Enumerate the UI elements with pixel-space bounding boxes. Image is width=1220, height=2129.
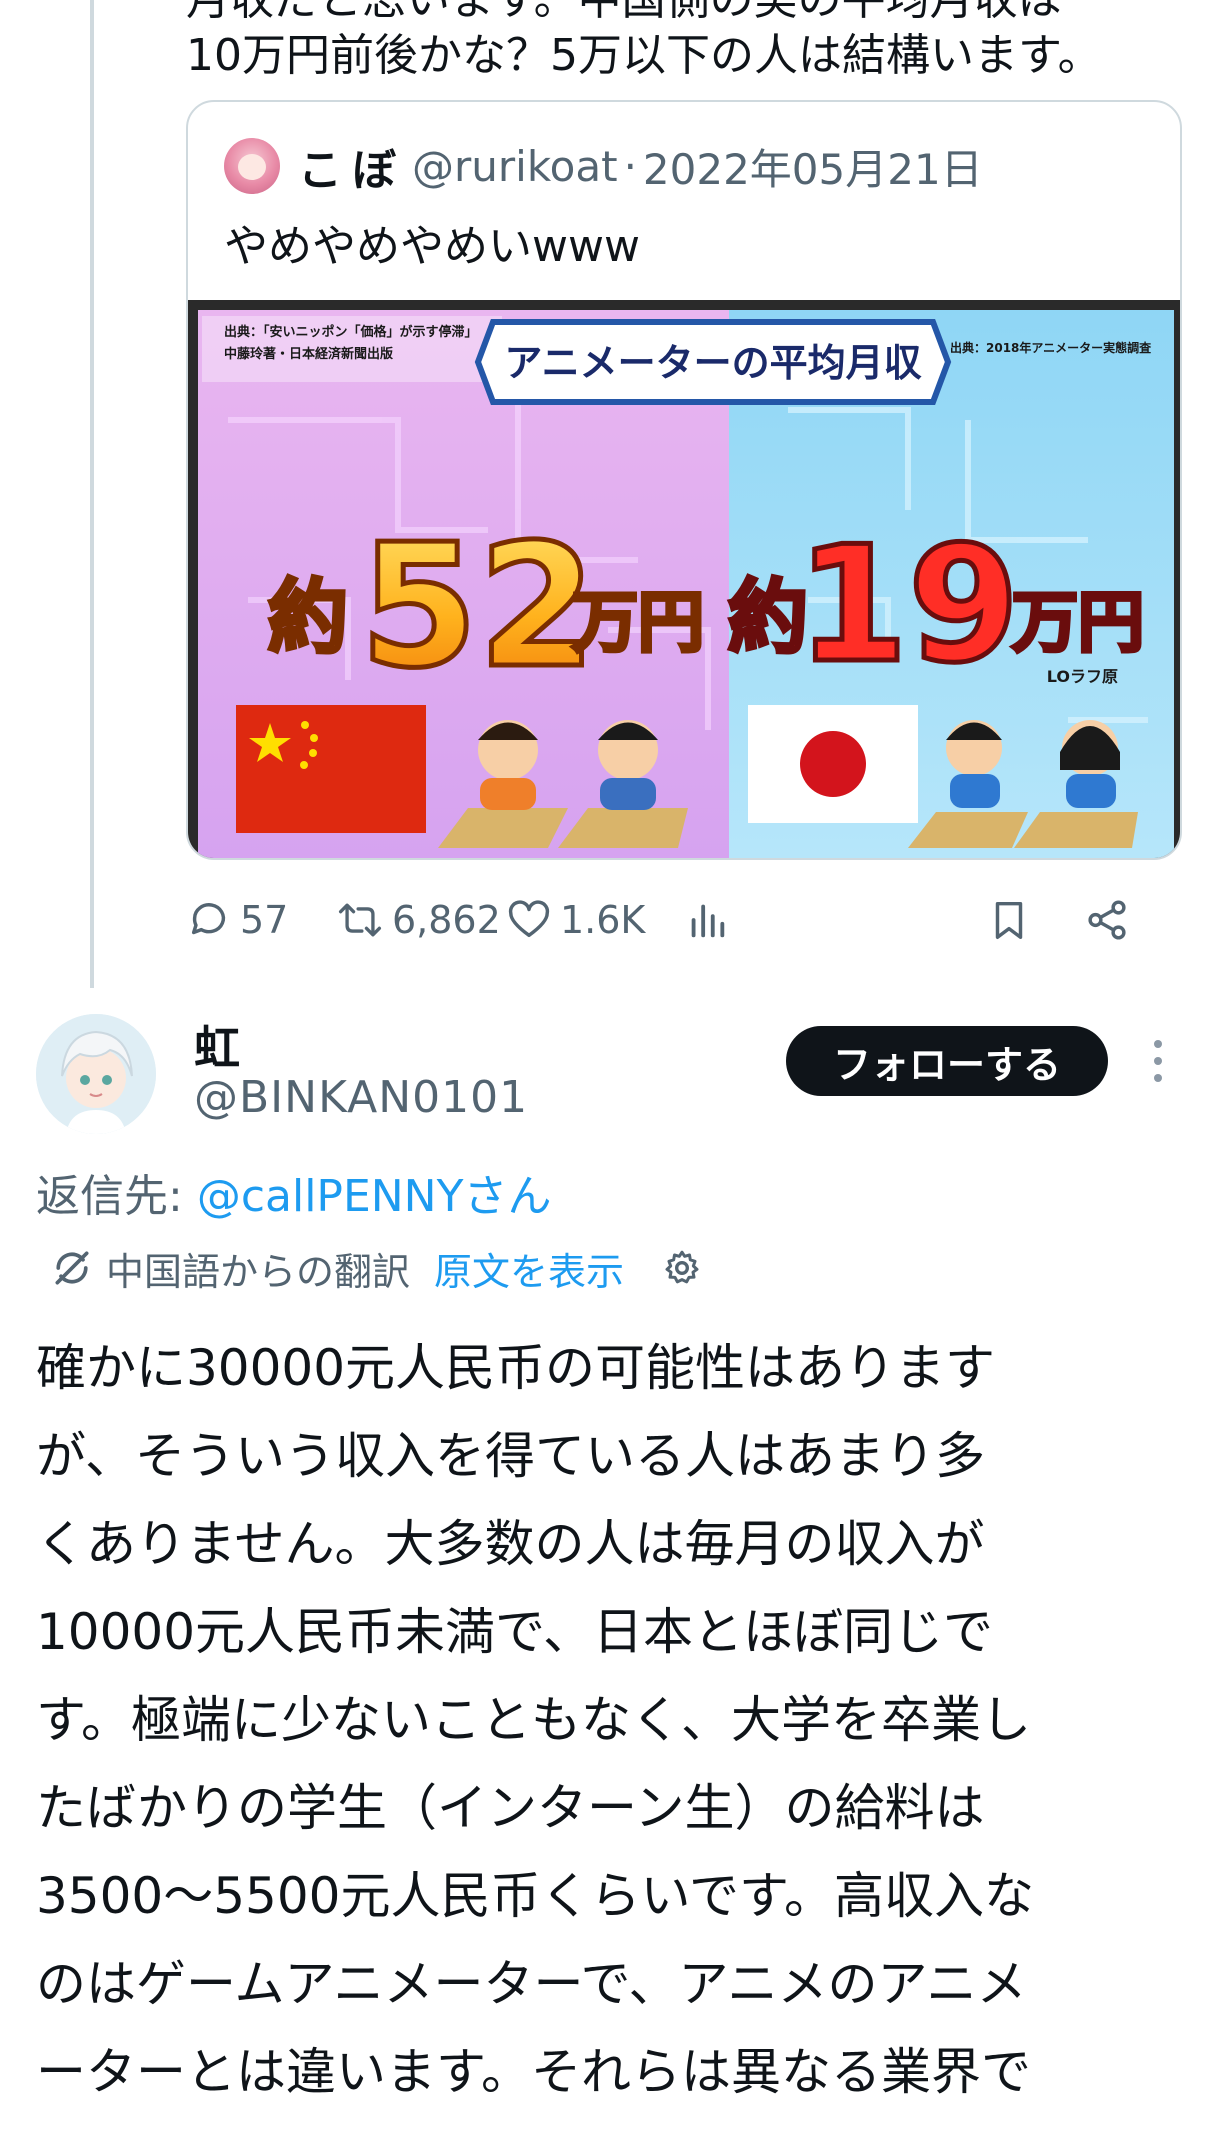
translation-note: 中国語からの翻訳 <box>106 1249 411 1294</box>
japan-unit: 万円 <box>1012 584 1144 661</box>
reply-count: 57 <box>240 898 289 942</box>
reply-user-handle[interactable]: @BINKAN0101 <box>194 1072 528 1123</box>
previous-post-line: 月収だと思います。中国側の美の平均月収は <box>186 0 1186 28</box>
translate-icon <box>55 1251 89 1285</box>
image-title: アニメーターの平均月収 <box>504 341 921 385</box>
quoted-post-card[interactable]: こぼ @rurikoat · 2022年05月21日 やめやめやめいwww 出典… <box>186 100 1182 860</box>
translation-settings-button[interactable] <box>662 1248 702 1288</box>
user-avatar-illustration <box>36 1014 156 1134</box>
post-action-bar: 57 6,862 1.6K <box>186 880 1166 960</box>
quoted-user-name[interactable]: こぼ <box>298 134 406 198</box>
bookmark-button[interactable] <box>986 880 1032 960</box>
repost-icon <box>338 903 382 937</box>
reply-body-line: 3500〜5500元人民币くらいです。高収入な <box>36 1867 1034 1925</box>
reply-body: 確かに30000元人民币の可能性はあります が、そういう収入を得ている人はあまり… <box>36 1324 1196 2116</box>
quoted-user-handle[interactable]: @rurikoat <box>412 142 618 191</box>
image-watermark: LOラフ原 <box>1047 667 1118 686</box>
china-value: 52 <box>360 508 597 706</box>
views-button[interactable] <box>684 880 730 960</box>
reply-button[interactable]: 57 <box>186 880 288 960</box>
share-icon <box>1088 900 1126 940</box>
china-unit: 万円 <box>572 584 704 661</box>
like-count: 1.6K <box>560 898 646 942</box>
previous-post-text: 月収だと思います。中国側の美の平均月収は 10万円前後かな？5万以下の人は結構い… <box>186 0 1186 84</box>
share-button[interactable] <box>1084 880 1130 960</box>
image-source-right: 出典：2018年アニメーター実態調査 <box>950 340 1152 355</box>
heart-icon <box>508 900 550 938</box>
quoted-post-text: やめやめやめいwww <box>224 221 640 272</box>
reply-body-line: たばかりの学生（インターン生）の給料は <box>36 1779 985 1837</box>
quoted-post-image[interactable]: 出典：「安いニッポン「価格」が示す停滞」 中藤玲著・日本経済新聞出版 出典：20… <box>188 300 1180 858</box>
japan-flag-icon <box>748 705 918 823</box>
previous-post-line: 10万円前後かな？5万以下の人は結構います。 <box>186 30 1102 81</box>
bar-chart-icon <box>691 904 725 938</box>
gear-icon <box>665 1250 699 1284</box>
image-source-left: 出典：「安いニッポン「価格」が示す停滞」 <box>224 324 478 340</box>
quoted-user-avatar[interactable] <box>224 138 280 194</box>
reply-body-line: 確かに30000元人民币の可能性はあります <box>36 1339 996 1397</box>
avatar[interactable] <box>36 1014 156 1134</box>
reply-body-line: が、そういう収入を得ている人はあまり多 <box>36 1427 985 1485</box>
reply-to-link[interactable]: @callPENNYさん <box>197 1171 552 1222</box>
reply-user-name[interactable]: 虹 <box>194 1012 240 1078</box>
translation-bar: 中国語からの翻訳 原文を表示 <box>50 1240 702 1296</box>
bookmark-icon <box>995 901 1023 939</box>
reply-icon <box>191 903 226 935</box>
quoted-post-date[interactable]: 2022年05月21日 <box>643 136 983 197</box>
show-original-link[interactable]: 原文を表示 <box>434 1241 624 1296</box>
like-button[interactable]: 1.6K <box>506 880 645 960</box>
china-flag-icon <box>236 705 426 833</box>
reply-body-line: す。極端に少ないこともなく、大学を卒業し <box>36 1691 1031 1749</box>
china-prefix: 約 <box>268 571 348 664</box>
quoted-post-header: こぼ @rurikoat · 2022年05月21日 <box>224 134 983 198</box>
reply-body-line: のはゲームアニメーターで、アニメのアニメ <box>36 1955 1027 2013</box>
reply-to-label: 返信先: <box>36 1171 197 1222</box>
japan-value: 19 <box>797 511 1020 698</box>
reply-body-line: くありません。大多数の人は毎月の収入が <box>36 1515 985 1573</box>
thread-line <box>90 0 94 988</box>
follow-button[interactable]: フォローする <box>786 1026 1108 1096</box>
repost-button[interactable]: 6,862 <box>336 880 501 960</box>
repost-count: 6,862 <box>392 898 501 942</box>
more-options-icon[interactable] <box>1140 1036 1176 1088</box>
meta-separator: · <box>623 141 637 191</box>
reply-to-line: 返信先: @callPENNYさん <box>36 1160 551 1224</box>
image-source-left-2: 中藤玲著・日本経済新聞出版 <box>224 346 393 362</box>
reply-body-line: ーターとは違います。それらは異なる業界で <box>36 2043 1031 2101</box>
reply-body-line: 10000元人民币未満で、日本とほぼ同じで <box>36 1603 994 1661</box>
